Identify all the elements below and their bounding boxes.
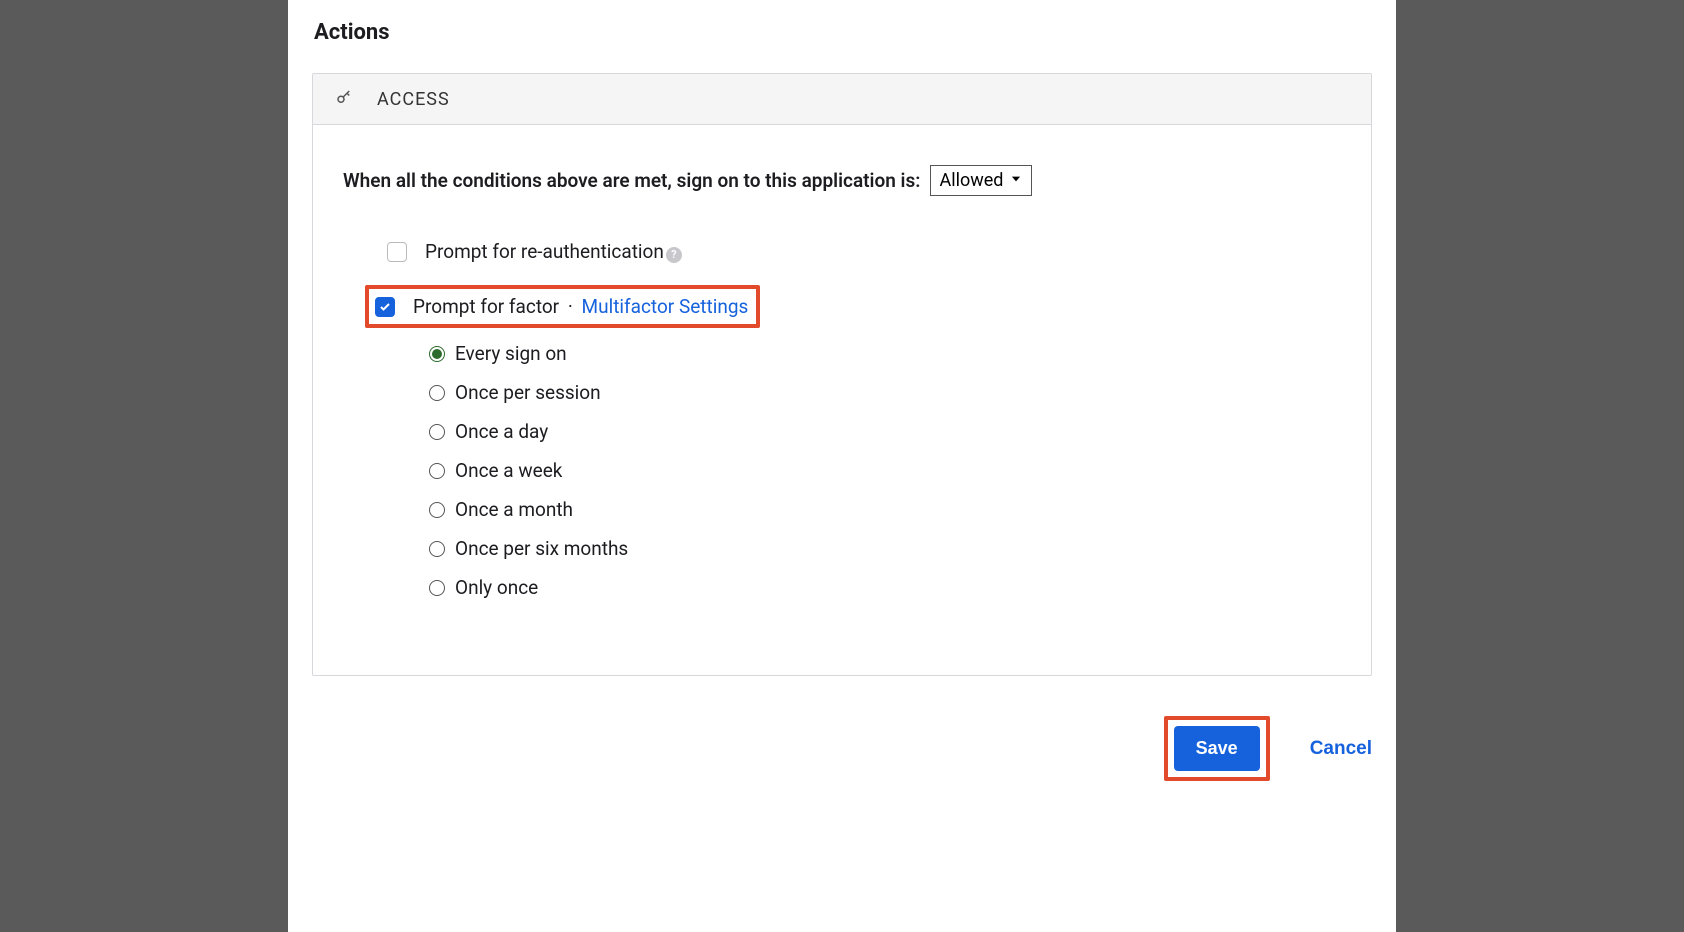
- radio-label: Once a week: [455, 459, 562, 482]
- radio-row: Once a week: [429, 459, 1341, 482]
- cancel-button[interactable]: Cancel: [1310, 738, 1372, 760]
- radio-row: Once per six months: [429, 537, 1341, 560]
- key-icon: [335, 88, 353, 110]
- condition-row: When all the conditions above are met, s…: [343, 165, 1341, 196]
- radio-row: Once per session: [429, 381, 1341, 404]
- radio-once-a-day[interactable]: [429, 424, 445, 440]
- access-select-value: Allowed: [939, 170, 1003, 191]
- radio-row: Once a month: [429, 498, 1341, 521]
- radio-once-per-six-months[interactable]: [429, 541, 445, 557]
- chevron-down-icon: [1009, 170, 1023, 191]
- factor-highlight: Prompt for factor · Multifactor Settings: [365, 285, 760, 328]
- multifactor-link[interactable]: Multifactor Settings: [582, 295, 749, 318]
- save-highlight: Save: [1164, 716, 1270, 781]
- radio-every-sign-on[interactable]: [429, 346, 445, 362]
- panel-title: ACCESS: [377, 89, 450, 110]
- access-panel: ACCESS When all the conditions above are…: [312, 73, 1372, 676]
- radio-row: Every sign on: [429, 342, 1341, 365]
- radio-label: Once per session: [455, 381, 601, 404]
- footer: Save Cancel: [288, 676, 1396, 781]
- radio-once-per-session[interactable]: [429, 385, 445, 401]
- radio-once-a-week[interactable]: [429, 463, 445, 479]
- access-select[interactable]: Allowed: [930, 165, 1032, 196]
- factor-checkbox[interactable]: [375, 297, 395, 317]
- condition-label: When all the conditions above are met, s…: [343, 169, 920, 192]
- reauth-label: Prompt for re-authentication?: [425, 240, 682, 263]
- radio-label: Once a month: [455, 498, 573, 521]
- radio-once-a-month[interactable]: [429, 502, 445, 518]
- radio-label: Only once: [455, 576, 538, 599]
- radio-label: Once a day: [455, 420, 548, 443]
- factor-label: Prompt for factor · Multifactor Settings: [413, 295, 748, 318]
- radio-row: Once a day: [429, 420, 1341, 443]
- panel-header: ACCESS: [313, 74, 1371, 125]
- radio-label: Every sign on: [455, 342, 567, 365]
- reauth-option: Prompt for re-authentication?: [387, 240, 1341, 263]
- radio-row: Only once: [429, 576, 1341, 599]
- save-button[interactable]: Save: [1174, 726, 1260, 771]
- actions-heading: Actions: [312, 20, 1372, 45]
- panel-body: When all the conditions above are met, s…: [313, 125, 1371, 675]
- help-icon[interactable]: ?: [666, 247, 682, 263]
- radio-label: Once per six months: [455, 537, 628, 560]
- modal-container: Actions ACCESS When all the conditions a…: [288, 0, 1396, 932]
- radio-only-once[interactable]: [429, 580, 445, 596]
- frequency-radio-group: Every sign on Once per session Once a da…: [429, 342, 1341, 599]
- reauth-checkbox[interactable]: [387, 242, 407, 262]
